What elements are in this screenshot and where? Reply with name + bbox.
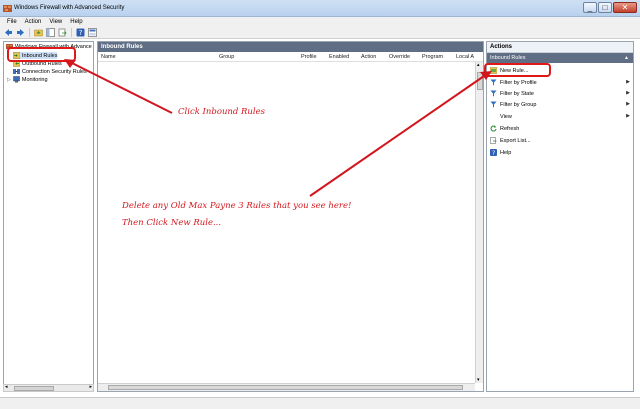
scroll-left-icon[interactable]: ◂ (5, 384, 8, 390)
submenu-arrow-icon: ▶ (626, 101, 630, 107)
action-label: Filter by State (500, 90, 534, 97)
submenu-arrow-icon: ▶ (626, 79, 630, 85)
action-label: Filter by Group (500, 101, 537, 108)
actions-section-header[interactable]: Inbound Rules ▲ (487, 53, 633, 63)
refresh-icon (490, 125, 497, 132)
menu-bar: File Action View Help (0, 17, 640, 27)
export-icon[interactable] (58, 28, 67, 37)
status-bar (0, 397, 640, 409)
tree-item-connection-security-rules[interactable]: Connection Security Rules (13, 68, 87, 75)
action-label: Help (500, 149, 512, 156)
menu-help[interactable]: Help (66, 17, 86, 27)
show-hide-tree-icon[interactable] (46, 28, 55, 37)
column-local-address[interactable]: Local A (456, 54, 474, 60)
window-title: Windows Firewall with Advanced Security (14, 5, 125, 11)
scroll-down-icon[interactable]: ▾ (477, 377, 480, 383)
properties-icon[interactable] (88, 28, 97, 37)
action-view[interactable]: View ▶ (490, 113, 630, 120)
actions-pane: Actions Inbound Rules ▲ New Rule... Filt… (486, 41, 634, 392)
scroll-up-icon[interactable]: ▴ (477, 62, 480, 68)
actions-section-label: Inbound Rules (490, 55, 526, 61)
export-list-icon (490, 137, 497, 144)
close-button[interactable]: ✕ (613, 2, 637, 13)
action-label: Refresh (500, 125, 520, 132)
action-label: Filter by Profile (500, 79, 537, 86)
column-action[interactable]: Action (361, 54, 376, 60)
scrollbar-thumb[interactable] (108, 385, 463, 390)
submenu-arrow-icon: ▶ (626, 90, 630, 96)
connection-security-icon (13, 68, 20, 75)
filter-icon (490, 101, 497, 108)
center-pane-header: Inbound Rules (98, 42, 483, 52)
tree-item-label: Monitoring (21, 76, 48, 83)
scroll-right-icon[interactable]: ▸ (89, 384, 92, 390)
action-filter-by-profile[interactable]: Filter by Profile ▶ (490, 79, 630, 86)
action-filter-by-group[interactable]: Filter by Group ▶ (490, 101, 630, 108)
menu-file[interactable]: File (0, 17, 21, 27)
column-name[interactable]: Name (101, 54, 116, 60)
column-group[interactable]: Group (219, 54, 234, 60)
rules-list-pane: Inbound Rules Name Group Profile Enabled… (97, 41, 484, 392)
svg-text:?: ? (492, 150, 495, 156)
monitoring-icon (13, 76, 20, 83)
maximize-button[interactable]: □ (598, 2, 612, 13)
menu-view[interactable]: View (45, 17, 66, 27)
collapse-arrow-icon[interactable]: ▲ (624, 53, 629, 63)
action-help[interactable]: ? Help (490, 149, 630, 156)
expand-arrow-icon[interactable]: ▷ (7, 77, 11, 83)
tree-horizontal-scrollbar[interactable]: ◂ ▸ (3, 384, 94, 392)
tree-item-label: Connection Security Rules (22, 68, 87, 75)
action-export-list[interactable]: Export List... (490, 137, 630, 144)
column-program[interactable]: Program (422, 54, 443, 60)
action-filter-by-state[interactable]: Filter by State ▶ (490, 90, 630, 97)
toolbar: ? (0, 27, 640, 39)
title-bar: Windows Firewall with Advanced Security … (0, 0, 640, 17)
action-label: Export List... (500, 137, 531, 144)
highlight-new-rule (484, 63, 551, 77)
action-label: View (500, 113, 512, 120)
column-override[interactable]: Override (389, 54, 410, 60)
up-folder-icon[interactable] (34, 28, 43, 37)
tree-item-monitoring[interactable]: ▷ Monitoring (7, 76, 48, 83)
firewall-icon (3, 4, 12, 13)
minimize-button[interactable]: _ (583, 2, 597, 13)
rules-vertical-scrollbar[interactable]: ▴ ▾ (475, 62, 483, 383)
toolbar-divider (29, 28, 30, 37)
navigation-tree: Windows Firewall with Advance Inbound Ru… (3, 41, 94, 392)
actions-title: Actions (487, 42, 633, 53)
help-icon: ? (490, 149, 497, 156)
scrollbar-thumb[interactable] (14, 386, 54, 391)
svg-text:?: ? (79, 29, 83, 37)
column-enabled[interactable]: Enabled (329, 54, 349, 60)
annotation-delete-rules: Delete any Old Max Payne 3 Rules that yo… (122, 201, 352, 211)
annotation-click-inbound: Click Inbound Rules (178, 107, 266, 117)
filter-icon (490, 90, 497, 97)
scrollbar-thumb[interactable] (477, 72, 483, 90)
annotation-click-new-rule: Then Click New Rule... (122, 218, 222, 228)
column-profile[interactable]: Profile (301, 54, 317, 60)
column-headers: Name Group Profile Enabled Action Overri… (98, 52, 483, 62)
submenu-arrow-icon: ▶ (626, 113, 630, 119)
action-refresh[interactable]: Refresh (490, 125, 630, 132)
help-icon[interactable]: ? (76, 28, 85, 37)
forward-icon[interactable] (16, 28, 25, 37)
highlight-inbound-rules (7, 47, 76, 62)
back-icon[interactable] (4, 28, 13, 37)
rules-horizontal-scrollbar[interactable] (98, 383, 475, 391)
filter-icon (490, 79, 497, 86)
toolbar-divider (71, 28, 72, 37)
menu-action[interactable]: Action (21, 17, 46, 27)
